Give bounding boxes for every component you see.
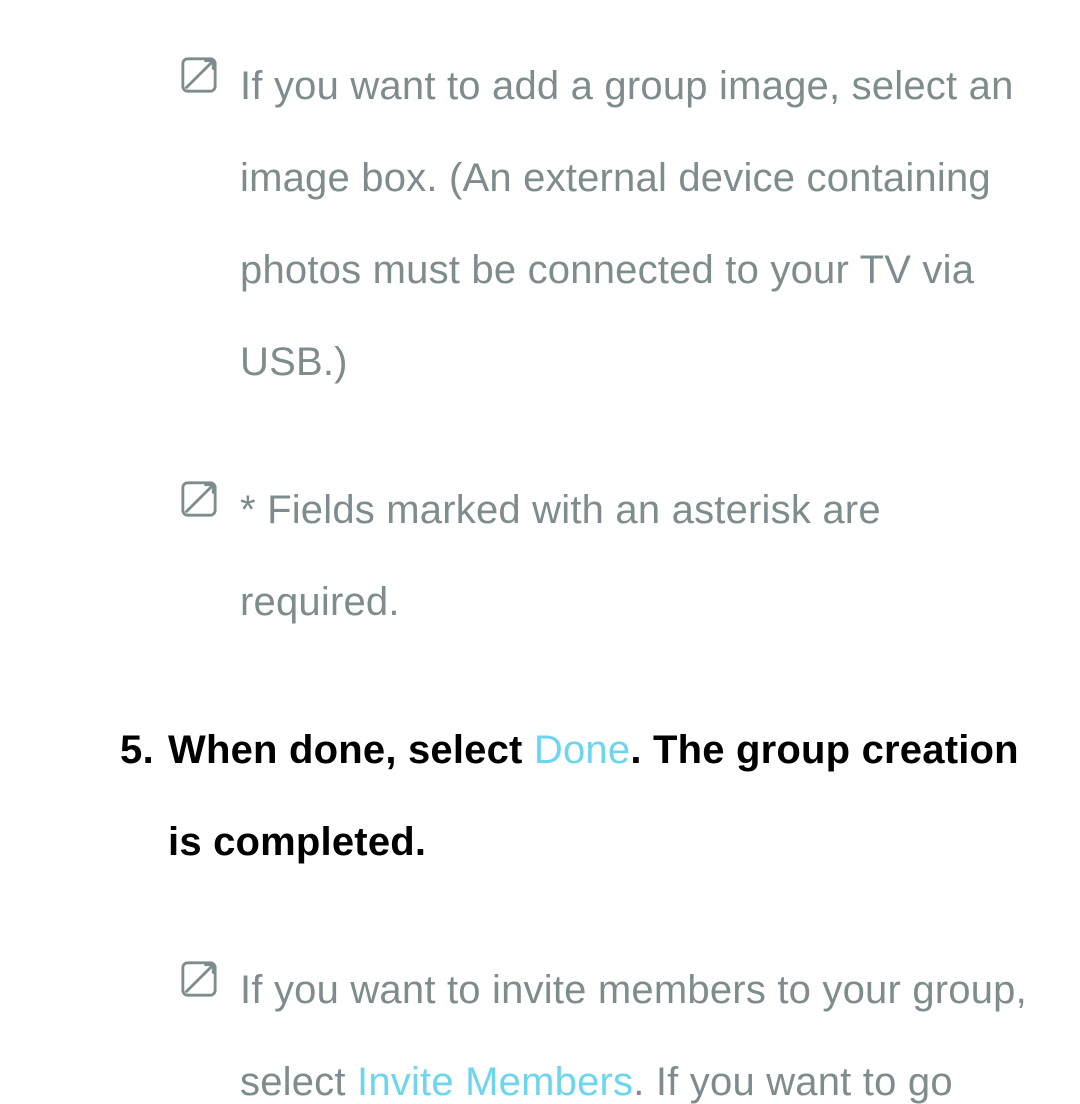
note-icon	[180, 56, 218, 94]
note-text: If you want to invite members to your gr…	[240, 944, 1040, 1104]
step-body: When done, select Done. The group creati…	[168, 704, 1040, 888]
link-done[interactable]: Done	[534, 728, 630, 772]
step-text-before: When done, select	[168, 728, 534, 772]
note-icon	[180, 480, 218, 518]
step-number: 5.	[120, 704, 168, 796]
note-icon	[180, 960, 218, 998]
document-page: If you want to add a group image, select…	[0, 0, 1080, 1104]
note-text: If you want to add a group image, select…	[240, 40, 1040, 408]
note-item-group-image: If you want to add a group image, select…	[120, 40, 1040, 408]
note-item-invite: If you want to invite members to your gr…	[120, 944, 1040, 1104]
link-invite-members[interactable]: Invite Members	[357, 1060, 633, 1104]
note-text: * Fields marked with an asterisk are req…	[240, 464, 1040, 648]
note-item-asterisk: * Fields marked with an asterisk are req…	[120, 464, 1040, 648]
step-5: 5. When done, select Done. The group cre…	[120, 704, 1040, 888]
